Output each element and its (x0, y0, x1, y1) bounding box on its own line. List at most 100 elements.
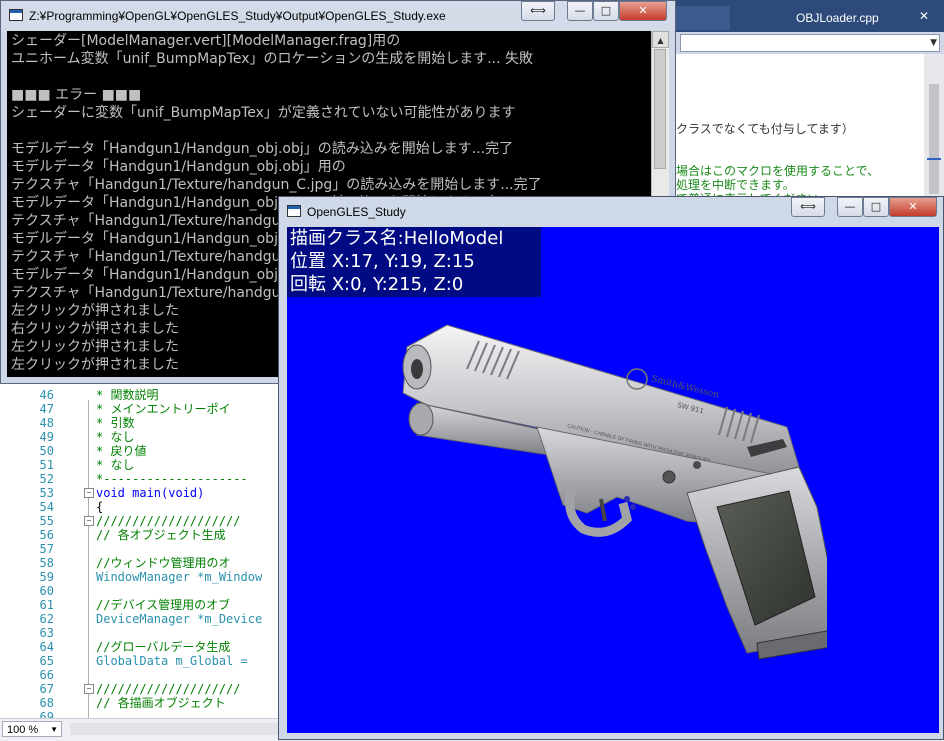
code-text: void main(void) (96, 486, 205, 500)
line-number: 58 (39, 556, 54, 570)
scroll-thumb[interactable] (929, 84, 939, 194)
code-line[interactable]: 47 * メインエントリーポイ (0, 402, 300, 416)
code-line[interactable]: 50 * 戻り値 (0, 444, 300, 458)
chevron-down-icon: ▼ (930, 38, 937, 48)
line-number: 50 (39, 444, 54, 458)
code-text: //////////////////// (96, 682, 241, 696)
resize-button[interactable]: ⟺ (791, 197, 825, 217)
resize-button[interactable]: ⟺ (521, 1, 555, 21)
line-number: 67 (39, 682, 54, 696)
code-line[interactable]: 48 * 引数 (0, 416, 300, 430)
editor-tab-objloader[interactable]: OBJLoader.cpp (786, 6, 906, 30)
scroll-marker (927, 158, 941, 160)
collapse-icon[interactable]: − (84, 516, 94, 526)
line-number: 52 (39, 472, 54, 486)
console-line: 左クリックが押されました (11, 339, 179, 355)
code-text: * 戻り値 (96, 444, 147, 458)
code-text: // 各描画オブジェクト (96, 696, 226, 710)
code-text: *-------------------- (96, 472, 248, 486)
close-button[interactable]: ✕ (619, 1, 667, 21)
code-line[interactable]: 60 (0, 584, 300, 598)
line-number: 57 (39, 542, 54, 556)
code-line[interactable]: 67 − //////////////////// (0, 682, 300, 696)
console-app-icon (9, 9, 23, 21)
code-text: DeviceManager *m_Device (96, 612, 263, 626)
maximize-button[interactable]: □ (863, 197, 889, 217)
code-text: GlobalData m_Global = (96, 654, 248, 668)
console-titlebar[interactable]: Z:¥Programming¥OpenGL¥OpenGLES_Study¥Out… (1, 1, 675, 31)
code-line[interactable]: 54 { (0, 500, 300, 514)
gl-titlebar[interactable]: OpenGLES_Study ⟺ — □ ✕ (279, 197, 943, 227)
console-line: シェーダーに変数「unif_BumpMapTex」が定義されていない可能性があり… (11, 105, 516, 121)
opengles-window: OpenGLES_Study ⟺ — □ ✕ 描画クラス名:HelloModel… (278, 196, 944, 740)
debug-overlay: 描画クラス名:HelloModel 位置 X:17, Y:19, Z:15 回転… (287, 227, 541, 297)
line-number: 54 (39, 500, 54, 514)
code-text: //ウィンドウ管理用のオ (96, 556, 231, 570)
chevron-down-icon: ▼ (50, 725, 58, 734)
line-number: 55 (39, 514, 54, 528)
line-number: 68 (39, 696, 54, 710)
line-number: 61 (39, 598, 54, 612)
console-line: モデルデータ「Handgun1/Handgun_obj.obj」用の (11, 159, 346, 175)
console-line: ■■■ エラー ■■■ (11, 87, 142, 103)
comment-line: 場合はこのマクロを使用することで、 (676, 164, 880, 178)
line-number: 49 (39, 430, 54, 444)
draw-class-label: 描画クラス名:HelloModel (290, 228, 504, 249)
code-line[interactable]: 58 //ウィンドウ管理用のオ (0, 556, 300, 570)
code-line[interactable]: 66 (0, 668, 300, 682)
close-button[interactable]: ✕ (889, 197, 937, 217)
comment-line: クラスでなくても付与してます） (676, 122, 854, 136)
code-line[interactable]: 59 WindowManager *m_Window (0, 570, 300, 584)
line-number: 66 (39, 668, 54, 682)
code-line[interactable]: 51 * なし (0, 458, 300, 472)
code-text: //////////////////// (96, 514, 241, 528)
code-line[interactable]: 63 (0, 626, 300, 640)
code-line[interactable]: 53 − void main(void) (0, 486, 300, 500)
minimize-button[interactable]: — (837, 197, 863, 217)
console-title: Z:¥Programming¥OpenGL¥OpenGLES_Study¥Out… (29, 9, 446, 23)
code-text: * 引数 (96, 416, 135, 430)
member-dropdown[interactable]: ▼ (680, 34, 940, 52)
code-line[interactable]: 62 DeviceManager *m_Device (0, 612, 300, 626)
console-line: 右クリックが押されました (11, 321, 179, 337)
code-line[interactable]: 57 (0, 542, 300, 556)
tab-close-icon[interactable]: ✕ (916, 8, 932, 24)
line-number: 62 (39, 612, 54, 626)
code-line[interactable]: 46 * 関数説明 (0, 388, 300, 402)
collapse-icon[interactable]: − (84, 684, 94, 694)
code-text: //デバイス管理用のオブ (96, 598, 231, 612)
collapse-icon[interactable]: − (84, 488, 94, 498)
code-line[interactable]: 61 //デバイス管理用のオブ (0, 598, 300, 612)
minimize-button[interactable]: — (567, 1, 593, 21)
code-text: * なし (96, 458, 135, 472)
scroll-thumb[interactable] (654, 49, 666, 169)
console-line: テクスチャ「Handgun1/Texture/handgun_C.jpg」の読み… (11, 177, 542, 193)
line-number: 56 (39, 528, 54, 542)
code-line[interactable]: 49 * なし (0, 430, 300, 444)
line-number: 60 (39, 584, 54, 598)
line-number: 53 (39, 486, 54, 500)
code-line[interactable]: 55 − //////////////////// (0, 514, 300, 528)
console-line: ユニホーム変数「unif_BumpMapTex」のロケーションの生成を開始します… (11, 51, 534, 67)
zoom-value: 100 % (7, 724, 39, 736)
console-line: 左クリックが押されました (11, 303, 179, 319)
comment-line: 処理を中断できます。 (676, 178, 795, 192)
render-canvas[interactable]: 描画クラス名:HelloModel 位置 X:17, Y:19, Z:15 回転… (287, 227, 939, 733)
console-line: 左クリックが押されました (11, 357, 179, 373)
line-number: 63 (39, 626, 54, 640)
zoom-dropdown[interactable]: 100 % ▼ (2, 721, 62, 737)
code-line[interactable]: 56 // 各オブジェクト生成 (0, 528, 300, 542)
maximize-button[interactable]: □ (593, 1, 619, 21)
code-line[interactable]: 68 // 各描画オブジェクト (0, 696, 300, 710)
code-text: WindowManager *m_Window (96, 570, 263, 584)
code-text: * なし (96, 430, 135, 444)
line-number: 59 (39, 570, 54, 584)
line-number: 46 (39, 388, 54, 402)
line-number: 48 (39, 416, 54, 430)
code-line[interactable]: 65 GlobalData m_Global = (0, 654, 300, 668)
code-line[interactable]: 64 //グローバルデータ生成 (0, 640, 300, 654)
line-number: 64 (39, 640, 54, 654)
code-line[interactable]: 52 *-------------------- (0, 472, 300, 486)
scroll-up-icon[interactable]: ▲ (652, 31, 669, 48)
code-text: //グローバルデータ生成 (96, 640, 231, 654)
